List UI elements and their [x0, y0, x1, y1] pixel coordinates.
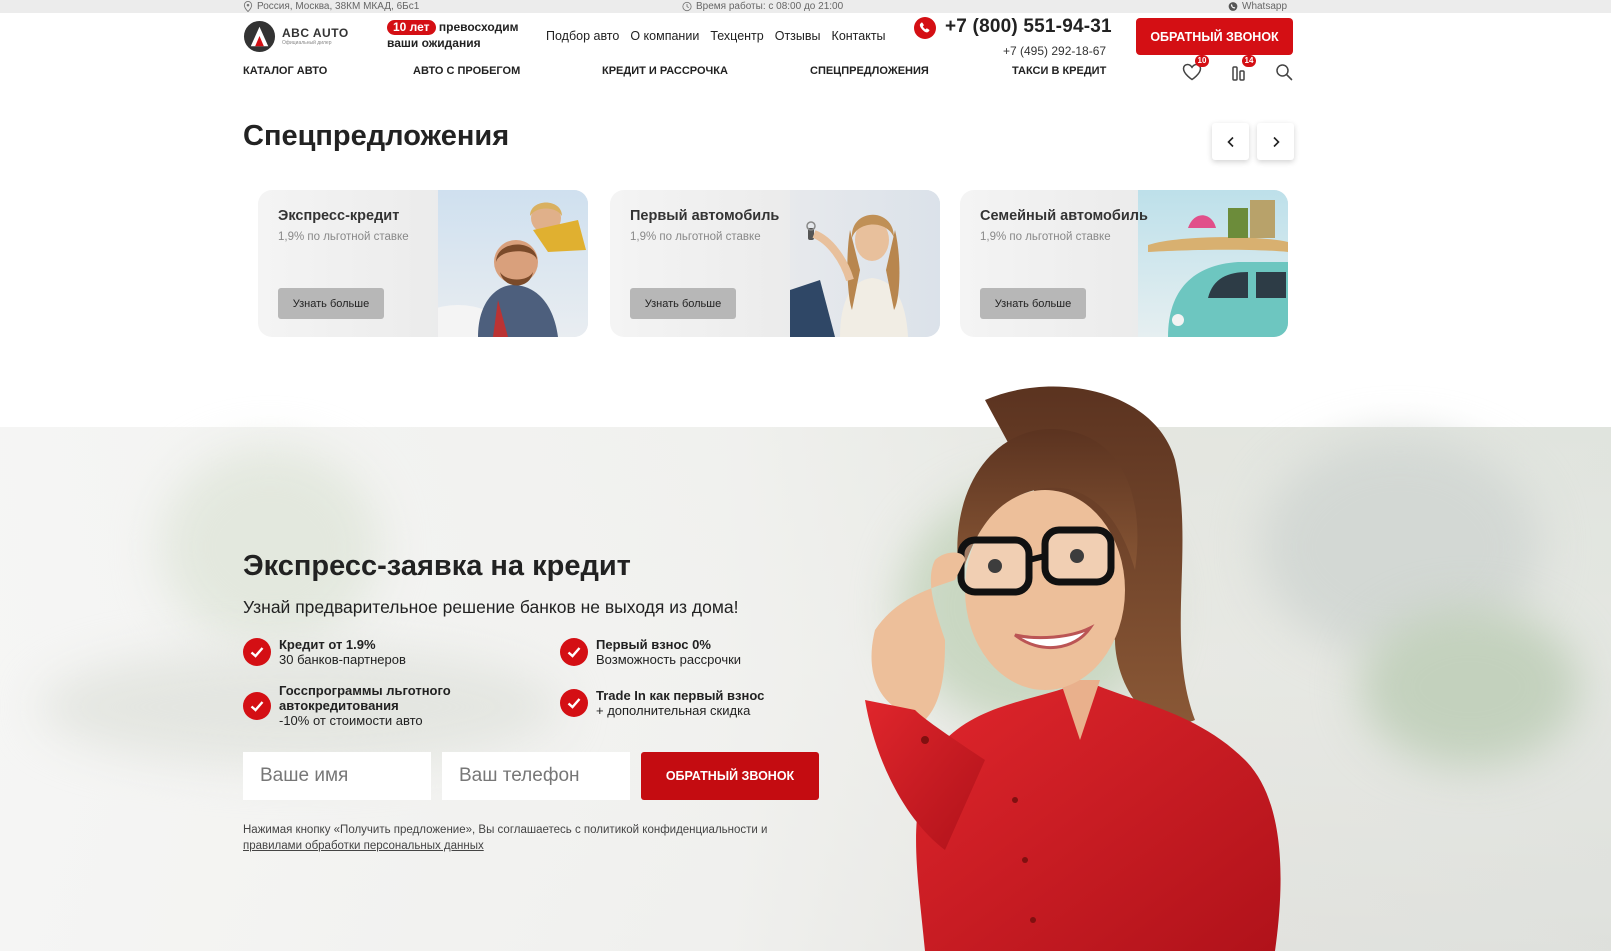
specials-next-button[interactable]: [1257, 123, 1294, 160]
logo-subtitle: Официальный дилер: [282, 39, 332, 46]
nav-item-specials[interactable]: СПЕЦПРЕДЛОЖЕНИЯ: [810, 65, 929, 77]
search-icon: [1276, 64, 1293, 81]
whatsapp-text[interactable]: Whatsapp: [1242, 0, 1287, 13]
card-title: Первый автомобиль: [630, 208, 780, 224]
years-badge: 10 лет: [387, 20, 436, 35]
credit-title: Экспресс-заявка на кредит: [243, 550, 631, 582]
feature-title: Госспрограммы льготного автокредитования: [279, 683, 451, 713]
feature-credit-rate: Кредит от 1.9% 30 банков-партнеров: [243, 637, 406, 667]
top-nav: Подбор авто О компании Техцентр Отзывы К…: [546, 29, 886, 43]
clock-icon: [682, 1, 692, 12]
feature-trade-in: Trade In как первый взнос + дополнительн…: [560, 688, 764, 718]
nav-item-taxi[interactable]: ТАКСИ В КРЕДИТ: [1012, 65, 1106, 77]
address-text: Россия, Москва, 38КМ МКАД, 6Бс1: [257, 1, 420, 12]
logo[interactable]: ABC AUTO Официальный дилер: [243, 20, 358, 52]
logo-name: ABC AUTO: [282, 25, 349, 40]
check-icon: [243, 691, 271, 720]
feature-gov-programs: Госспрограммы льготного автокредитования…: [243, 683, 473, 728]
phone-secondary[interactable]: +7 (495) 292-18-67: [1003, 44, 1106, 58]
logo-mark-icon: [243, 20, 276, 52]
callback-button-form[interactable]: ОБРАТНЫЙ ЗВОНОК: [641, 752, 819, 800]
whatsapp-link[interactable]: Whatsapp: [1228, 0, 1287, 13]
check-icon: [560, 638, 588, 666]
top-nav-link-reviews[interactable]: Отзывы: [775, 29, 821, 43]
card-subtitle: 1,9% по льготной ставке: [630, 231, 761, 243]
specials-title: Спецпредложения: [243, 120, 510, 152]
woman-with-keys-image: [790, 190, 940, 337]
years-slogan: 10 лет превосходим ваши ожидания: [387, 19, 527, 51]
check-icon: [243, 638, 271, 666]
special-card-first-car[interactable]: Первый автомобиль 1,9% по льготной ставк…: [610, 190, 940, 337]
phone-input[interactable]: [442, 752, 630, 800]
callback-button-header[interactable]: ОБРАТНЫЙ ЗВОНОК: [1136, 18, 1293, 55]
feature-text: -10% от стоимости авто: [279, 713, 423, 728]
nav-item-credit[interactable]: КРЕДИТ И РАССРОЧКА: [602, 65, 728, 77]
main-nav: КАТАЛОГ АВТО АВТО С ПРОБЕГОМ КРЕДИТ И РА…: [0, 65, 1611, 81]
family-photo-image: [438, 190, 588, 337]
feature-text: Возможность рассрочки: [596, 652, 742, 667]
top-nav-link-contacts[interactable]: Контакты: [832, 29, 886, 43]
specials-prev-button[interactable]: [1212, 123, 1249, 160]
card-more-button[interactable]: Узнать больше: [630, 288, 736, 319]
top-nav-link-service[interactable]: Техцентр: [710, 29, 763, 43]
family-car-image: [1138, 190, 1288, 337]
whatsapp-icon: [1228, 2, 1238, 11]
address-item: Россия, Москва, 38КМ МКАД, 6Бс1: [243, 0, 419, 13]
disclaimer-text: Нажимая кнопку «Получить предложение», В…: [243, 824, 768, 836]
woman-in-glasses-image: [865, 386, 1281, 951]
top-nav-link-selection[interactable]: Подбор авто: [546, 29, 619, 43]
nav-item-used-cars[interactable]: АВТО С ПРОБЕГОМ: [413, 65, 520, 77]
search-button[interactable]: [1273, 61, 1295, 83]
compare-count-badge: 14: [1242, 55, 1256, 67]
feature-text: 30 банков-партнеров: [279, 652, 406, 667]
top-info-bar: Россия, Москва, 38КМ МКАД, 6Бс1 Время ра…: [0, 0, 1611, 13]
special-card-express-credit[interactable]: Экспресс-кредит 1,9% по льготной ставке …: [258, 190, 588, 337]
card-more-button[interactable]: Узнать больше: [980, 288, 1086, 319]
hours-text: Время работы: с 08:00 до 21:00: [696, 1, 844, 12]
feature-first-payment: Первый взнос 0% Возможность рассрочки: [560, 637, 741, 667]
chevron-right-icon: [1272, 136, 1280, 147]
credit-subtitle: Узнай предварительное решение банков не …: [243, 597, 739, 617]
credit-section-background: [0, 427, 1611, 951]
privacy-disclaimer: Нажимая кнопку «Получить предложение», В…: [243, 822, 823, 854]
check-icon: [560, 689, 588, 717]
card-more-button[interactable]: Узнать больше: [278, 288, 384, 319]
phone-icon: [914, 17, 936, 39]
location-pin-icon: [243, 1, 253, 12]
feature-title: Кредит от 1.9%: [279, 637, 376, 652]
hours-item: Время работы: с 08:00 до 21:00: [682, 0, 843, 13]
card-subtitle: 1,9% по льготной ставке: [980, 231, 1111, 243]
special-card-family-car[interactable]: Семейный автомобиль 1,9% по льготной ста…: [960, 190, 1288, 337]
card-subtitle: 1,9% по льготной ставке: [278, 231, 409, 243]
nav-item-catalog[interactable]: КАТАЛОГ АВТО: [243, 65, 327, 77]
feature-text: + дополнительная скидка: [596, 703, 751, 718]
name-input[interactable]: [243, 752, 431, 800]
compare-button[interactable]: 14: [1228, 55, 1256, 83]
feature-title: Trade In как первый взнос: [596, 688, 765, 703]
top-nav-link-about[interactable]: О компании: [630, 29, 699, 43]
card-title: Экспресс-кредит: [278, 208, 400, 224]
chevron-left-icon: [1226, 136, 1234, 147]
phone-main[interactable]: +7 (800) 551-94-31: [945, 16, 1112, 38]
favorites-button[interactable]: 10: [1181, 55, 1209, 83]
card-title: Семейный автомобиль: [980, 208, 1148, 224]
feature-title: Первый взнос 0%: [596, 637, 711, 652]
favorites-count-badge: 10: [1195, 55, 1209, 67]
privacy-policy-link[interactable]: правилами обработки персональных данных: [243, 840, 484, 852]
